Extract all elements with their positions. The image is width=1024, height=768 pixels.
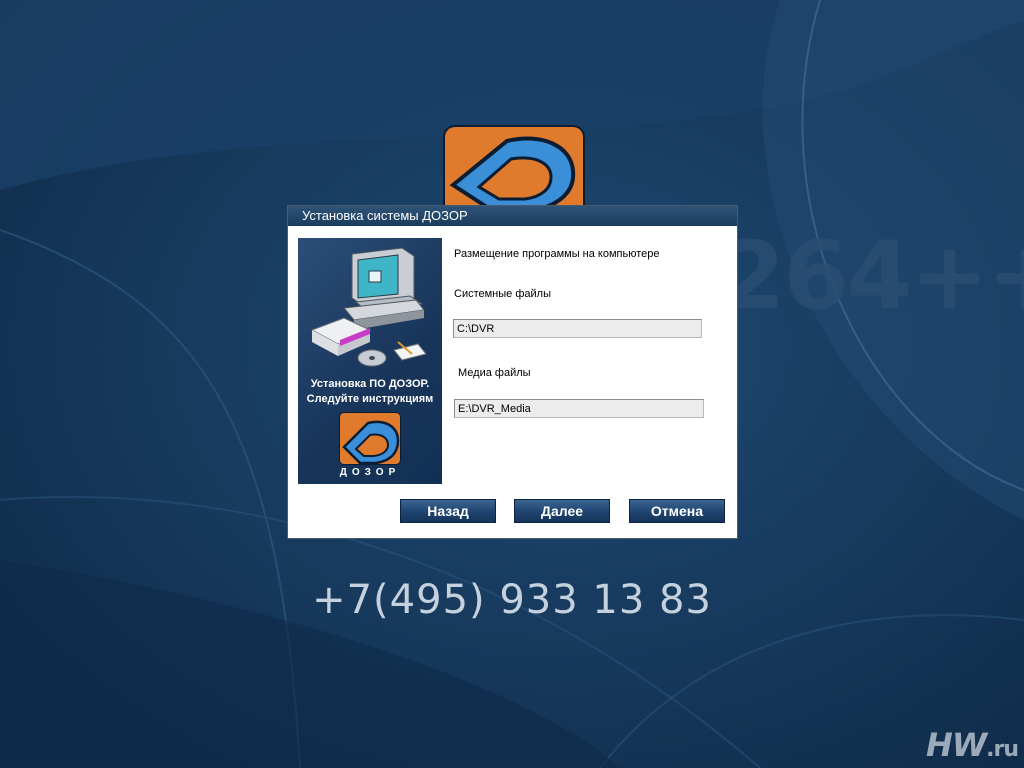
side-caption-line-1: Установка ПО ДОЗОР. [310,378,430,390]
cancel-button[interactable]: Отмена [629,499,725,523]
computer-illustration-icon [310,247,427,367]
side-brand: ДОЗОР [339,467,401,478]
side-panel: Установка ПО ДОЗОР. Следуйте инструкциям… [298,238,442,484]
dialog-title-bar[interactable]: Установка системы ДОЗОР [288,206,737,226]
system-files-input[interactable] [453,319,702,338]
side-logo-icon [339,412,401,465]
next-button[interactable]: Далее [514,499,610,523]
back-button[interactable]: Назад [400,499,496,523]
media-files-label: Медиа файлы [458,367,531,379]
site-badge: HW.ru [926,726,1019,764]
background-watermark-text: 264++ [720,222,1024,331]
install-location-heading: Размещение программы на компьютере [454,248,660,260]
site-badge-suffix: .ru [986,737,1019,762]
media-files-input[interactable] [454,399,704,418]
system-files-label: Системные файлы [454,288,551,300]
side-caption: Установка ПО ДОЗОР. Следуйте инструкциям [298,377,442,407]
dozor-logo-icon [449,136,576,212]
side-caption-line-2: Следуйте инструкциям [306,393,434,405]
dialog-title: Установка системы ДОЗОР [302,208,468,223]
site-badge-main: HW [926,726,987,764]
installer-dialog: Установка системы ДОЗОР Установка ПО ДОЗ… [287,205,738,539]
phone-number: +7(495) 933 13 83 [312,577,712,623]
dozor-logo [443,125,585,212]
